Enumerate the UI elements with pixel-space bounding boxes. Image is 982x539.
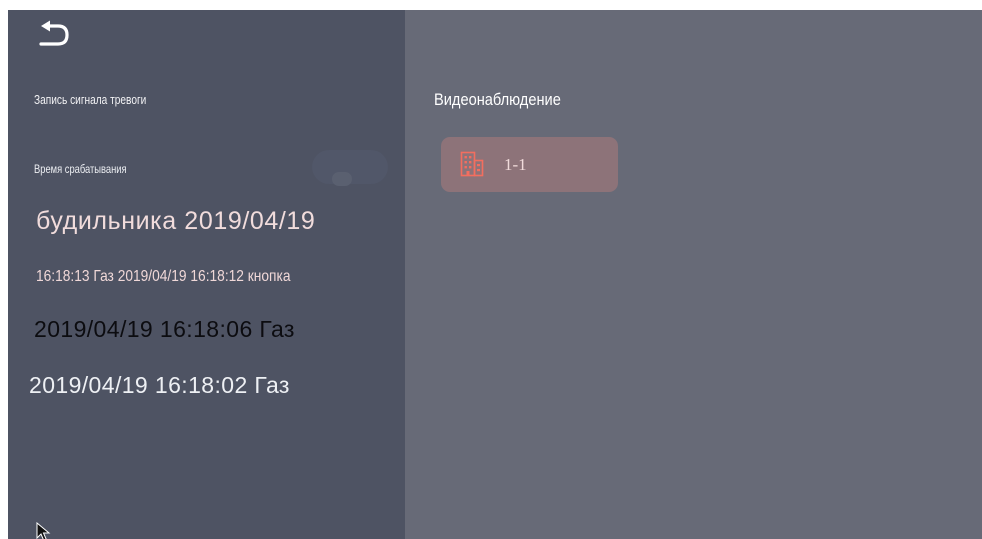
intercom-screen: Запись сигнала тревоги Время срабатывани… — [8, 10, 982, 539]
faded-toggle-knob — [332, 172, 352, 186]
trigger-time-label: Время срабатывания — [34, 162, 127, 176]
alarm-record-panel: Запись сигнала тревоги Время срабатывани… — [8, 10, 405, 539]
alarm-record-line[interactable]: 2019/04/19 16:18:06 Газ — [34, 316, 295, 343]
alarm-record-line[interactable]: 16:18:13 Газ 2019/04/19 16:18:12 кнопка — [36, 268, 290, 286]
building-icon — [460, 151, 484, 177]
alarm-record-line[interactable]: будильника 2019/04/19 — [36, 207, 315, 236]
back-arrow-icon[interactable] — [32, 20, 74, 52]
video-surveillance-title: Видеонаблюдение — [434, 90, 561, 109]
alarm-record-title: Запись сигнала тревоги — [34, 92, 147, 107]
device-label: 1-1 — [504, 155, 527, 174]
alarm-record-line[interactable]: 2019/04/19 16:18:02 Газ — [29, 372, 290, 399]
camera-device-tile[interactable]: 1-1 — [441, 137, 618, 192]
mouse-pointer-icon — [36, 521, 52, 539]
